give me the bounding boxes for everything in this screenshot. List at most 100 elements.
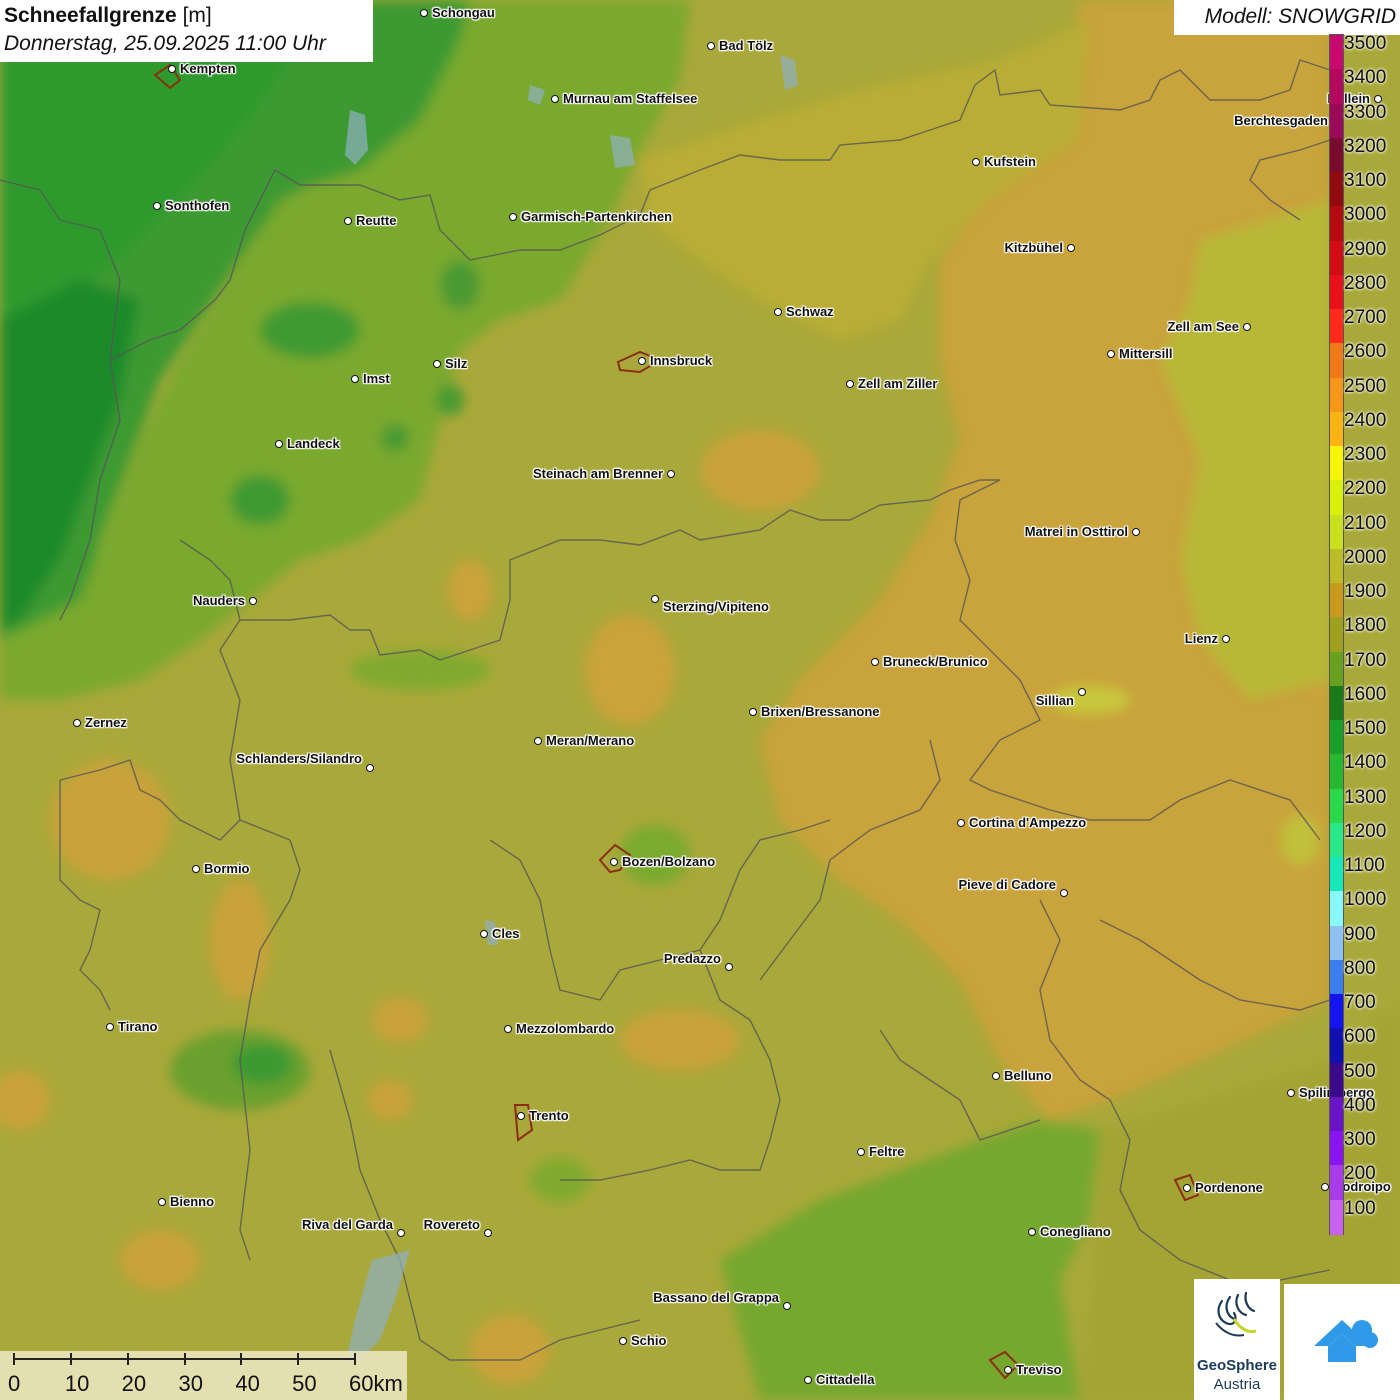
city-label: Rovereto (423, 1217, 480, 1232)
city-dot-icon (1183, 1184, 1191, 1192)
city-dot-icon (774, 308, 782, 316)
legend-color-step (1330, 720, 1343, 755)
legend-tick-label: 200 (1344, 1163, 1376, 1185)
city-dot-icon (1028, 1228, 1036, 1236)
city-label: Bienno (170, 1194, 215, 1209)
legend-tick-label: 1800 (1344, 615, 1387, 637)
city-label: Murnau am Staffelsee (563, 91, 698, 106)
city-dot-icon (1132, 528, 1140, 536)
city-label: Sonthofen (165, 198, 230, 213)
legend-tick-label: 1500 (1344, 718, 1387, 740)
city-dot-icon (783, 1302, 791, 1310)
city-dot-icon (480, 930, 488, 938)
legend-tick-label: 2200 (1344, 478, 1387, 500)
city-dot-icon (651, 595, 659, 603)
city-dot-icon (275, 440, 283, 448)
city-dot-icon (106, 1023, 114, 1031)
legend-tick-label: 400 (1344, 1094, 1376, 1116)
legend-color-bar (1329, 34, 1344, 1235)
city-label: Treviso (1016, 1362, 1062, 1377)
scale-tick (297, 1353, 300, 1365)
legend-tick-label: 2300 (1344, 444, 1387, 466)
scale-tick (354, 1353, 356, 1365)
legend-color-step (1330, 754, 1343, 790)
legend-color-step (1330, 685, 1343, 721)
legend-tick-label: 3300 (1344, 101, 1387, 123)
legend-tick-label: 3500 (1344, 33, 1387, 54)
legend-color-step (1330, 651, 1343, 687)
legend-tick-label: 2400 (1344, 409, 1387, 431)
city-dot-icon (707, 42, 715, 50)
legend-tick-label: 3400 (1344, 67, 1387, 89)
city-label: Bad Tölz (719, 38, 774, 53)
legend-color-step (1330, 1028, 1343, 1064)
scale-label: 30 (178, 1371, 203, 1396)
legend-color-step (1330, 822, 1343, 858)
legend-color-step (1330, 1199, 1343, 1235)
legend-color-step (1330, 857, 1343, 892)
scale-tick (13, 1353, 15, 1365)
legend-color-step (1330, 583, 1343, 618)
legend-color-step (1330, 172, 1343, 207)
city-label: Berchtesgaden (1234, 113, 1328, 128)
model-label: Modell: SNOWGRID (1204, 5, 1396, 28)
legend-tick-label: 2900 (1344, 238, 1387, 260)
legend-color-step (1330, 925, 1343, 961)
legend-color-step (1330, 891, 1343, 927)
title-unit: [m] (182, 4, 212, 27)
legend-color-step (1330, 1131, 1343, 1167)
city-label: Trento (529, 1108, 569, 1123)
app-logo[interactable] (1284, 1284, 1400, 1400)
legend-tick-label: 1700 (1344, 649, 1387, 671)
legend-tick-label: 600 (1344, 1026, 1376, 1048)
city-dot-icon (725, 963, 733, 971)
city-label: Zell am See (1167, 319, 1239, 334)
city-label: Belluno (1004, 1068, 1052, 1083)
legend-color-step (1330, 343, 1343, 379)
city-dot-icon (517, 1112, 525, 1120)
legend-color-step (1330, 514, 1343, 550)
legend-tick-label: 2600 (1344, 341, 1387, 363)
snowfall-line-map[interactable]: Schongau Kempten Bad Tölz Murnau am Staffel… (0, 0, 1400, 1400)
legend-color-step (1330, 1165, 1343, 1201)
city-dot-icon (73, 719, 81, 727)
city-dot-icon (551, 95, 559, 103)
legend-tick-label: 3100 (1344, 170, 1387, 192)
city-label: Feltre (869, 1144, 905, 1159)
legend-tick-label: 700 (1344, 992, 1376, 1014)
scale-label: 20 (121, 1371, 147, 1396)
legend-tick-label: 500 (1344, 1060, 1376, 1082)
city-dot-icon (1287, 1089, 1295, 1097)
legend-tick-label: 1400 (1344, 752, 1387, 774)
city-dot-icon (992, 1072, 1000, 1080)
city-dot-icon (610, 858, 618, 866)
legend-color-step (1330, 446, 1343, 481)
city-dot-icon (1067, 244, 1075, 252)
city-label: Bozen/Bolzano (622, 854, 716, 869)
city-label: Landeck (287, 436, 340, 451)
legend-tick-label: 1100 (1344, 855, 1385, 877)
city-label: Pordenone (1195, 1180, 1263, 1195)
city-label: Reutte (356, 213, 397, 228)
city-label: Kufstein (984, 154, 1036, 169)
city-dot-icon (1107, 350, 1115, 358)
geosphere-logo[interactable]: GeoSphere Austria (1194, 1279, 1280, 1400)
city-label: Bormio (204, 861, 250, 876)
city-dot-icon (804, 1376, 812, 1384)
city-dot-icon (433, 360, 441, 368)
scale-tick (69, 1353, 72, 1365)
city-label: Cittadella (816, 1372, 875, 1387)
city-dot-icon (1321, 1183, 1329, 1191)
city-dot-icon (192, 865, 200, 873)
cloud-arrow-icon (1314, 1320, 1378, 1362)
legend-color-step (1330, 377, 1343, 413)
legend-tick-label: 2800 (1344, 272, 1387, 294)
map-datetime: Donnerstag, 25.09.2025 11:00 Uhr (4, 32, 326, 55)
city-dot-icon (846, 380, 854, 388)
city-label: Imst (363, 371, 390, 386)
legend-tick-label: 1200 (1344, 820, 1387, 842)
city-dot-icon (871, 658, 879, 666)
city-dot-icon (153, 202, 161, 210)
city-label: Schongau (432, 5, 495, 20)
city-label: Sillian (1035, 693, 1074, 708)
